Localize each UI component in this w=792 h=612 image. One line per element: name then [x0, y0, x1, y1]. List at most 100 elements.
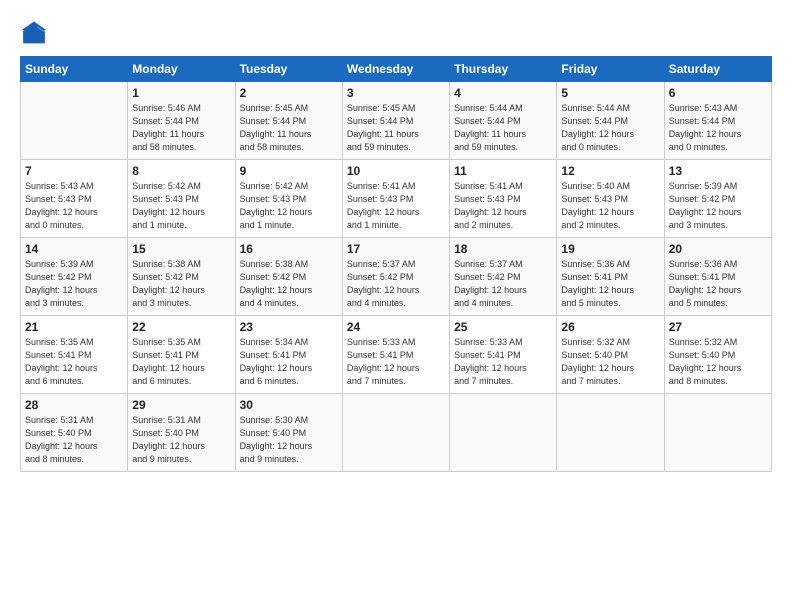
day-cell: 23 Sunrise: 5:34 AMSunset: 5:41 PMDayligh…: [235, 316, 342, 394]
day-number: 5: [561, 86, 659, 100]
day-cell: [450, 394, 557, 472]
day-number: 6: [669, 86, 767, 100]
day-info: Sunrise: 5:45 AMSunset: 5:44 PMDaylight:…: [240, 102, 338, 154]
day-info: Sunrise: 5:39 AMSunset: 5:42 PMDaylight:…: [25, 258, 123, 310]
day-number: 9: [240, 164, 338, 178]
col-header-saturday: Saturday: [664, 57, 771, 82]
day-cell: 25 Sunrise: 5:33 AMSunset: 5:41 PMDayligh…: [450, 316, 557, 394]
header-row: SundayMondayTuesdayWednesdayThursdayFrid…: [21, 57, 772, 82]
day-number: 26: [561, 320, 659, 334]
day-cell: 12 Sunrise: 5:40 AMSunset: 5:43 PMDayligh…: [557, 160, 664, 238]
logo-icon: [20, 20, 48, 48]
col-header-monday: Monday: [128, 57, 235, 82]
day-info: Sunrise: 5:33 AMSunset: 5:41 PMDaylight:…: [347, 336, 445, 388]
day-number: 12: [561, 164, 659, 178]
day-info: Sunrise: 5:31 AMSunset: 5:40 PMDaylight:…: [132, 414, 230, 466]
day-info: Sunrise: 5:35 AMSunset: 5:41 PMDaylight:…: [25, 336, 123, 388]
day-info: Sunrise: 5:41 AMSunset: 5:43 PMDaylight:…: [347, 180, 445, 232]
day-cell: 22 Sunrise: 5:35 AMSunset: 5:41 PMDayligh…: [128, 316, 235, 394]
day-cell: 2 Sunrise: 5:45 AMSunset: 5:44 PMDaylight…: [235, 82, 342, 160]
day-cell: [21, 82, 128, 160]
day-info: Sunrise: 5:36 AMSunset: 5:41 PMDaylight:…: [561, 258, 659, 310]
day-cell: 26 Sunrise: 5:32 AMSunset: 5:40 PMDayligh…: [557, 316, 664, 394]
day-cell: 4 Sunrise: 5:44 AMSunset: 5:44 PMDaylight…: [450, 82, 557, 160]
col-header-sunday: Sunday: [21, 57, 128, 82]
day-info: Sunrise: 5:40 AMSunset: 5:43 PMDaylight:…: [561, 180, 659, 232]
day-info: Sunrise: 5:43 AMSunset: 5:43 PMDaylight:…: [25, 180, 123, 232]
day-number: 22: [132, 320, 230, 334]
day-cell: [342, 394, 449, 472]
day-number: 30: [240, 398, 338, 412]
day-number: 16: [240, 242, 338, 256]
page: SundayMondayTuesdayWednesdayThursdayFrid…: [0, 0, 792, 612]
day-info: Sunrise: 5:38 AMSunset: 5:42 PMDaylight:…: [132, 258, 230, 310]
day-info: Sunrise: 5:36 AMSunset: 5:41 PMDaylight:…: [669, 258, 767, 310]
day-cell: 14 Sunrise: 5:39 AMSunset: 5:42 PMDayligh…: [21, 238, 128, 316]
day-info: Sunrise: 5:43 AMSunset: 5:44 PMDaylight:…: [669, 102, 767, 154]
day-cell: 10Sunrise: 5:41 AMSunset: 5:43 PMDayligh…: [342, 160, 449, 238]
day-number: 18: [454, 242, 552, 256]
day-info: Sunrise: 5:32 AMSunset: 5:40 PMDaylight:…: [561, 336, 659, 388]
day-number: 4: [454, 86, 552, 100]
day-cell: 28 Sunrise: 5:31 AMSunset: 5:40 PMDayligh…: [21, 394, 128, 472]
day-number: 20: [669, 242, 767, 256]
day-info: Sunrise: 5:44 AMSunset: 5:44 PMDaylight:…: [561, 102, 659, 154]
day-cell: 16 Sunrise: 5:38 AMSunset: 5:42 PMDayligh…: [235, 238, 342, 316]
day-info: Sunrise: 5:41 AMSunset: 5:43 PMDaylight:…: [454, 180, 552, 232]
day-cell: 6 Sunrise: 5:43 AMSunset: 5:44 PMDaylight…: [664, 82, 771, 160]
day-cell: 5 Sunrise: 5:44 AMSunset: 5:44 PMDaylight…: [557, 82, 664, 160]
day-number: 27: [669, 320, 767, 334]
week-row-5: 28 Sunrise: 5:31 AMSunset: 5:40 PMDayligh…: [21, 394, 772, 472]
header: [20, 18, 772, 48]
calendar-table: SundayMondayTuesdayWednesdayThursdayFrid…: [20, 56, 772, 472]
day-number: 17: [347, 242, 445, 256]
day-number: 3: [347, 86, 445, 100]
day-number: 28: [25, 398, 123, 412]
week-row-2: 7Sunrise: 5:43 AMSunset: 5:43 PMDaylight…: [21, 160, 772, 238]
day-info: Sunrise: 5:34 AMSunset: 5:41 PMDaylight:…: [240, 336, 338, 388]
day-number: 19: [561, 242, 659, 256]
day-cell: [557, 394, 664, 472]
day-number: 11: [454, 164, 552, 178]
day-cell: 1Sunrise: 5:46 AMSunset: 5:44 PMDaylight…: [128, 82, 235, 160]
day-info: Sunrise: 5:45 AMSunset: 5:44 PMDaylight:…: [347, 102, 445, 154]
day-number: 21: [25, 320, 123, 334]
day-cell: 9 Sunrise: 5:42 AMSunset: 5:43 PMDaylight…: [235, 160, 342, 238]
day-info: Sunrise: 5:30 AMSunset: 5:40 PMDaylight:…: [240, 414, 338, 466]
day-info: Sunrise: 5:42 AMSunset: 5:43 PMDaylight:…: [240, 180, 338, 232]
logo: [20, 18, 50, 48]
day-number: 13: [669, 164, 767, 178]
day-cell: 11 Sunrise: 5:41 AMSunset: 5:43 PMDayligh…: [450, 160, 557, 238]
week-row-4: 21 Sunrise: 5:35 AMSunset: 5:41 PMDayligh…: [21, 316, 772, 394]
day-number: 15: [132, 242, 230, 256]
day-cell: 17Sunrise: 5:37 AMSunset: 5:42 PMDayligh…: [342, 238, 449, 316]
day-cell: 8Sunrise: 5:42 AMSunset: 5:43 PMDaylight…: [128, 160, 235, 238]
day-number: 23: [240, 320, 338, 334]
day-cell: 13Sunrise: 5:39 AMSunset: 5:42 PMDayligh…: [664, 160, 771, 238]
day-cell: 24Sunrise: 5:33 AMSunset: 5:41 PMDayligh…: [342, 316, 449, 394]
day-cell: 19 Sunrise: 5:36 AMSunset: 5:41 PMDayligh…: [557, 238, 664, 316]
day-cell: 20 Sunrise: 5:36 AMSunset: 5:41 PMDayligh…: [664, 238, 771, 316]
day-info: Sunrise: 5:35 AMSunset: 5:41 PMDaylight:…: [132, 336, 230, 388]
day-number: 8: [132, 164, 230, 178]
day-number: 29: [132, 398, 230, 412]
day-info: Sunrise: 5:33 AMSunset: 5:41 PMDaylight:…: [454, 336, 552, 388]
day-number: 1: [132, 86, 230, 100]
day-info: Sunrise: 5:32 AMSunset: 5:40 PMDaylight:…: [669, 336, 767, 388]
day-cell: 21 Sunrise: 5:35 AMSunset: 5:41 PMDayligh…: [21, 316, 128, 394]
day-info: Sunrise: 5:37 AMSunset: 5:42 PMDaylight:…: [454, 258, 552, 310]
day-info: Sunrise: 5:44 AMSunset: 5:44 PMDaylight:…: [454, 102, 552, 154]
day-info: Sunrise: 5:38 AMSunset: 5:42 PMDaylight:…: [240, 258, 338, 310]
day-number: 14: [25, 242, 123, 256]
day-number: 25: [454, 320, 552, 334]
col-header-tuesday: Tuesday: [235, 57, 342, 82]
col-header-wednesday: Wednesday: [342, 57, 449, 82]
week-row-3: 14 Sunrise: 5:39 AMSunset: 5:42 PMDayligh…: [21, 238, 772, 316]
day-info: Sunrise: 5:31 AMSunset: 5:40 PMDaylight:…: [25, 414, 123, 466]
day-cell: 27 Sunrise: 5:32 AMSunset: 5:40 PMDayligh…: [664, 316, 771, 394]
day-number: 2: [240, 86, 338, 100]
day-cell: 15 Sunrise: 5:38 AMSunset: 5:42 PMDayligh…: [128, 238, 235, 316]
day-cell: 29 Sunrise: 5:31 AMSunset: 5:40 PMDayligh…: [128, 394, 235, 472]
day-cell: 30 Sunrise: 5:30 AMSunset: 5:40 PMDayligh…: [235, 394, 342, 472]
day-cell: 3 Sunrise: 5:45 AMSunset: 5:44 PMDaylight…: [342, 82, 449, 160]
